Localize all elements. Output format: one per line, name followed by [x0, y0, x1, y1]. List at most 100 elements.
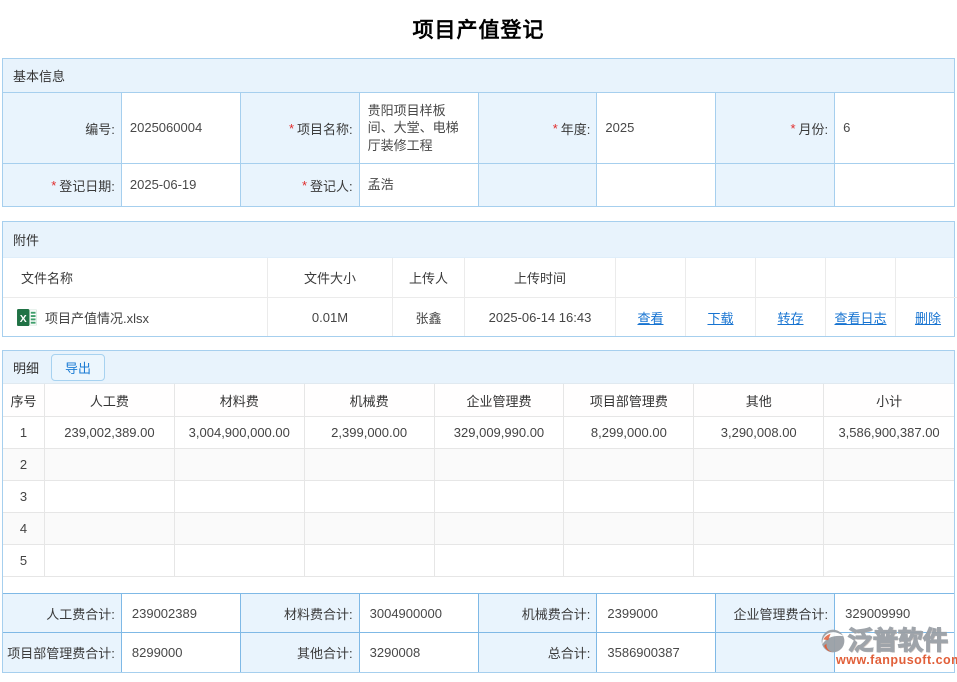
field-label-number: 编号:: [3, 92, 122, 163]
cell-material: [175, 481, 305, 513]
total-value-empty: [835, 633, 954, 672]
row-seq: 5: [3, 545, 45, 577]
file-uploader-cell: 张鑫: [393, 298, 465, 336]
cell-machinery: 2,399,000.00: [305, 417, 435, 449]
cell-project-dept-mgmt: 8,299,000.00: [564, 417, 694, 449]
required-star: *: [302, 178, 307, 193]
col-header-machinery-cost: 机械费: [305, 384, 435, 417]
col-header-empty: [686, 258, 756, 298]
field-value-month: 6: [835, 92, 954, 163]
cell-enterprise-mgmt: 329,009,990.00: [435, 417, 565, 449]
col-header-subtotal: 小计: [824, 384, 954, 417]
cell-other: [694, 449, 824, 481]
row-seq: 3: [3, 481, 45, 513]
cell-machinery: [305, 449, 435, 481]
field-label-year: *年度:: [479, 92, 598, 163]
total-label-empty: [716, 633, 835, 672]
cell-machinery: [305, 545, 435, 577]
basic-info-section: 基本信息 编号: 2025060004 *项目名称: 贵阳项目样板间、大堂、电梯…: [2, 58, 955, 207]
total-label-material: 材料费合计:: [241, 594, 360, 633]
cell-material: 3,004,900,000.00: [175, 417, 305, 449]
download-link[interactable]: 下载: [707, 308, 733, 327]
field-value-year: 2025: [597, 92, 716, 163]
cell-other: 3,290,008.00: [694, 417, 824, 449]
col-header-empty: [896, 258, 957, 298]
row-seq: 1: [3, 417, 45, 449]
cell-project-dept-mgmt: [564, 449, 694, 481]
file-upload-time-cell: 2025-06-14 16:43: [465, 298, 616, 336]
cell-other: [694, 481, 824, 513]
svg-text:X: X: [20, 313, 27, 324]
field-label-month: *月份:: [716, 92, 835, 163]
cell-machinery: [305, 481, 435, 513]
totals-table: 人工费合计: 239002389 材料费合计: 3004900000 机械费合计…: [3, 593, 954, 672]
cell-subtotal: [824, 513, 954, 545]
col-header-labor-cost: 人工费: [45, 384, 175, 417]
cell-project-dept-mgmt: [564, 513, 694, 545]
total-value-machinery: 2399000: [597, 594, 716, 633]
cell-machinery: [305, 513, 435, 545]
attachments-section: 附件 文件名称 文件大小 上传人 上传时间 X 项目产值情况.xlsx 0.01…: [2, 221, 955, 337]
total-value-other: 3290008: [360, 633, 479, 672]
export-button[interactable]: 导出: [51, 354, 105, 381]
cell-enterprise-mgmt: [435, 513, 565, 545]
file-size-cell: 0.01M: [268, 298, 393, 336]
required-star: *: [790, 121, 795, 136]
total-label-enterprise-mgmt: 企业管理费合计:: [716, 594, 835, 633]
col-header-empty: [826, 258, 896, 298]
required-star: *: [553, 121, 558, 136]
field-value-register-date: 2025-06-19: [122, 163, 241, 206]
basic-info-section-header: 基本信息: [3, 59, 954, 92]
total-label-grand: 总合计:: [479, 633, 598, 672]
delete-link[interactable]: 删除: [915, 308, 941, 327]
details-totals-gap: [3, 577, 954, 593]
cell-subtotal: 3,586,900,387.00: [824, 417, 954, 449]
col-header-empty: [756, 258, 826, 298]
total-label-machinery: 机械费合计:: [479, 594, 598, 633]
cell-material: [175, 449, 305, 481]
view-link[interactable]: 查看: [637, 308, 663, 327]
details-section-title: 明细: [13, 358, 39, 377]
cell-subtotal: [824, 449, 954, 481]
basic-info-grid: 编号: 2025060004 *项目名称: 贵阳项目样板间、大堂、电梯厅装修工程…: [3, 92, 954, 206]
attachments-section-header: 附件: [3, 222, 954, 258]
col-header-file-name: 文件名称: [3, 258, 268, 298]
attachments-table: 文件名称 文件大小 上传人 上传时间 X 项目产值情况.xlsx 0.01M 张…: [3, 258, 954, 336]
cell-project-dept-mgmt: [564, 545, 694, 577]
col-header-other: 其他: [694, 384, 824, 417]
field-label-registrant: *登记人:: [241, 163, 360, 206]
total-value-grand: 3586900387: [597, 633, 716, 672]
required-star: *: [51, 178, 56, 193]
save-as-link[interactable]: 转存: [777, 308, 803, 327]
cell-material: [175, 513, 305, 545]
excel-icon: X: [17, 308, 37, 327]
empty-label-cell: [716, 163, 835, 206]
cell-subtotal: [824, 481, 954, 513]
field-label-project-name: *项目名称:: [241, 92, 360, 163]
empty-value-cell: [835, 163, 954, 206]
field-label-register-date: *登记日期:: [3, 163, 122, 206]
total-value-project-dept-mgmt: 8299000: [122, 633, 241, 672]
total-label-labor: 人工费合计:: [3, 594, 122, 633]
cell-labor: 239,002,389.00: [45, 417, 175, 449]
row-seq: 4: [3, 513, 45, 545]
cell-other: [694, 513, 824, 545]
col-header-empty: [616, 258, 686, 298]
basic-info-section-title: 基本信息: [13, 66, 65, 85]
cell-project-dept-mgmt: [564, 481, 694, 513]
field-value-registrant: 孟浩: [360, 163, 479, 206]
empty-label-cell: [479, 163, 598, 206]
col-header-enterprise-mgmt-fee: 企业管理费: [435, 384, 565, 417]
col-header-file-size: 文件大小: [268, 258, 393, 298]
file-name: 项目产值情况.xlsx: [45, 308, 149, 327]
col-header-upload-time: 上传时间: [465, 258, 616, 298]
view-log-link[interactable]: 查看日志: [834, 308, 886, 327]
total-value-labor: 239002389: [122, 594, 241, 633]
page-title: 项目产值登记: [0, 0, 957, 58]
total-label-other: 其他合计:: [241, 633, 360, 672]
total-value-enterprise-mgmt: 329009990: [835, 594, 954, 633]
cell-labor: [45, 481, 175, 513]
field-value-project-name: 贵阳项目样板间、大堂、电梯厅装修工程: [360, 92, 479, 163]
cell-enterprise-mgmt: [435, 545, 565, 577]
cell-enterprise-mgmt: [435, 481, 565, 513]
